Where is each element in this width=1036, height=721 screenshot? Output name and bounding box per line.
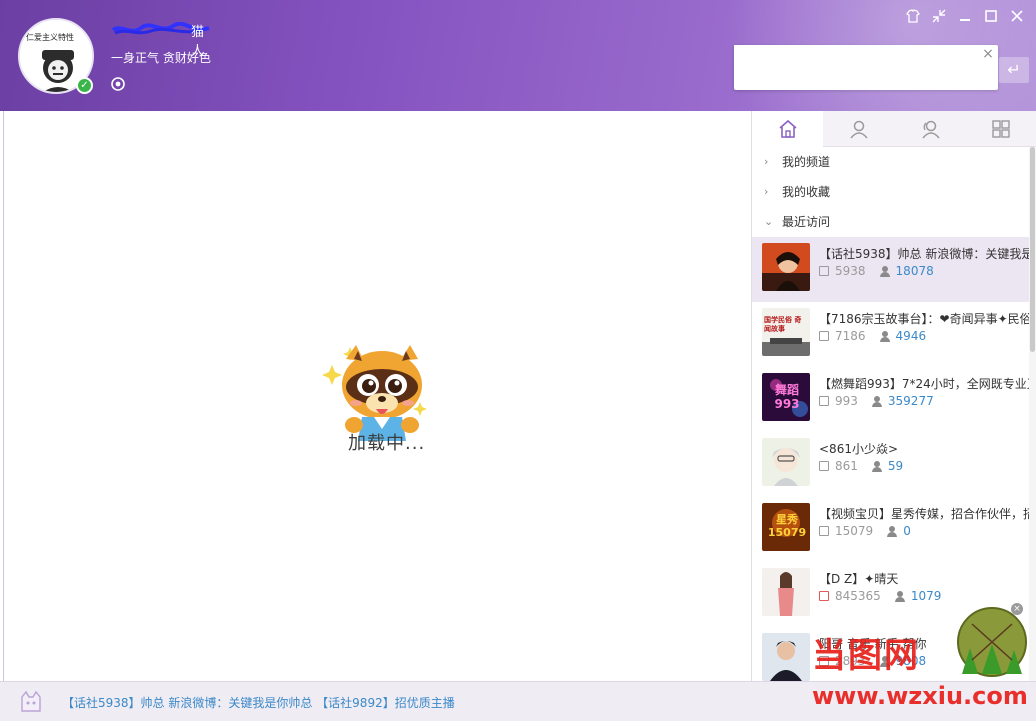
main-content: 加载中... [3,111,751,681]
room-thumbnail [762,438,810,486]
viewer-icon [879,330,890,342]
room-title: 【D Z】✦晴天 [819,572,899,586]
room-thumbnail [762,243,810,291]
viewer-count: 18078 [895,264,934,278]
nav-my-channels[interactable]: › 我的频道 [752,147,1030,175]
verified-check-icon: ✓ [76,77,93,94]
shirt-icon[interactable] [904,8,922,24]
apps-icon [991,120,1010,138]
avatar-caption: 仁爱主义特性 [26,33,74,42]
header-bar: 仁爱主义特性 ✓ 猫人 一身正气 贪财好色 × ↵ [0,0,1036,111]
room-meta: 993 359277 [819,394,934,408]
close-icon[interactable] [1008,8,1026,24]
viewer-icon [879,265,890,277]
room-title: 【7186宗玉故事台】：❤奇闻异事✦民俗 [819,312,1029,326]
maximize-icon[interactable] [982,8,1000,24]
list-item[interactable]: 舞蹈 993 【燃舞蹈993】7*24小时，全网既专业又 993 359277 [752,367,1030,432]
loading-text: 加载中... [348,433,426,454]
nav-label: 我的频道 [782,154,831,169]
eye-icon[interactable] [110,76,126,92]
search-clear-button[interactable]: × [981,47,995,61]
channel-panel: › 我的频道 › 我的收藏 ⌄ 最近访问 【话社5938】帅总 新浪微博：关键我… [751,111,1036,681]
room-id: 845365 [835,589,881,603]
room-id: 5938 [835,264,866,278]
watermark-cn-text: 当图网 [812,636,920,676]
search-input[interactable] [734,45,974,88]
home-icon [778,119,797,138]
viewer-icon [887,525,898,537]
nav-label: 我的收藏 [782,184,831,199]
tab-apps[interactable] [965,111,1036,147]
minimize-icon[interactable] [956,8,974,24]
chevron-down-icon: ⌄ [764,214,774,228]
viewer-count: 59 [887,459,904,473]
shrink-icon[interactable] [930,8,948,24]
room-id-icon [819,461,829,471]
room-meta: 5938 18078 [819,264,934,278]
tab-profile[interactable] [823,111,894,147]
viewer-count: 4946 [895,329,927,343]
mascot-outline-icon[interactable] [18,689,44,715]
room-id: 993 [835,394,858,408]
room-title: <861小少焱> [819,442,899,456]
room-meta: 861 59 [819,459,903,473]
room-id-icon [819,266,829,276]
signature-text[interactable]: 一身正气 贪财好色 [111,49,211,66]
room-title: 【话社5938】帅总 新浪微博：关键我是 [819,247,1029,261]
panel-tabs [752,111,1036,147]
chevron-right-icon: › [764,184,769,198]
room-thumb-caption: 国学民俗 奇闻故事 [764,316,802,333]
room-id: 7186 [835,329,866,343]
room-id: 15079 [835,524,874,538]
room-title: 【视频宝贝】星秀传媒，招合作伙伴，招 [819,507,1029,521]
room-thumb-caption: 舞蹈 993 [774,383,800,411]
tab-home[interactable] [752,111,823,147]
viewer-count: 1079 [910,589,942,603]
room-meta: 15079 0 [819,524,911,538]
list-item[interactable]: <861小少焱> 861 59 [752,432,1030,497]
list-item[interactable]: 【话社5938】帅总 新浪微博：关键我是 5938 18078 [752,237,1030,302]
room-id-icon [819,331,829,341]
room-thumb-caption: 星秀 15079 [767,513,807,539]
viewer-count: 0 [903,524,911,538]
list-item[interactable]: 国学民俗 奇闻故事 【7186宗玉故事台】：❤奇闻异事✦民俗 7186 4946 [752,302,1030,367]
viewer-icon [871,460,882,472]
window-controls [904,8,1026,24]
nav-my-favorites[interactable]: › 我的收藏 [752,177,1030,205]
room-id-icon [819,396,829,406]
nav-recent-visits[interactable]: ⌄ 最近访问 [752,207,1030,235]
watermark-close-button[interactable]: × [1011,603,1023,615]
username[interactable]: 猫人 [111,20,211,59]
room-id: 861 [835,459,858,473]
viewer-count: 359277 [887,394,934,408]
panel-scroll-thumb[interactable] [1030,147,1035,352]
viewer-icon [894,590,905,602]
room-meta: 7186 4946 [819,329,926,343]
room-title: 【燃舞蹈993】7*24小时，全网既专业又 [819,377,1029,391]
tab-friends[interactable] [894,111,965,147]
nav-label: 最近访问 [782,214,831,229]
chevron-right-icon: › [764,154,769,168]
room-thumbnail [762,568,810,616]
room-id-icon [819,526,829,536]
search-submit-button[interactable]: ↵ [999,57,1029,83]
search-box: × [734,45,998,90]
ticker-text[interactable]: 【话社5938】帅总 新浪微博：关键我是你帅总 【话社9892】招优质主播 [62,694,455,711]
list-item[interactable]: 【D Z】✦晴天 845365 1079 [752,562,1030,627]
recent-room-list: 【话社5938】帅总 新浪微博：关键我是 5938 18078 国学民俗 奇闻故… [752,237,1030,681]
user-icon [849,120,868,139]
room-meta: 845365 1079 [819,589,941,603]
room-thumbnail [762,633,810,681]
users-icon [921,120,940,139]
list-item[interactable]: 星秀 15079 【视频宝贝】星秀传媒，招合作伙伴，招 15079 0 [752,497,1030,562]
viewer-icon [871,395,882,407]
room-id-icon [819,591,829,601]
watermark-url-text: www.wzxiu.com [812,682,1028,710]
